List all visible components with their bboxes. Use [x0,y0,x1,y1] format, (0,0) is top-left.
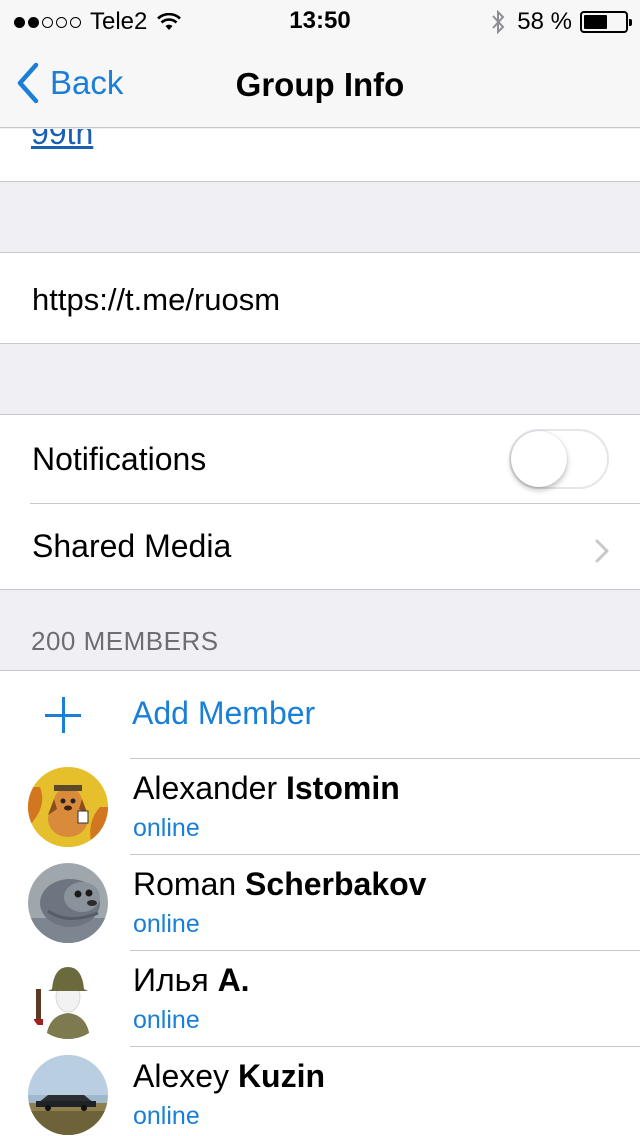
invite-link-row[interactable]: https://t.me/ruosm [0,252,640,344]
member-name: Roman Scherbakov [133,866,427,902]
add-member-label: Add Member [132,695,316,731]
avatar [28,1055,108,1135]
chevron-right-icon [595,539,609,563]
member-name: Alexey Kuzin [133,1058,326,1094]
page-title: Group Info [235,66,405,103]
member-status: online [133,814,200,842]
member-name: Alexander Istomin [133,770,400,806]
member-status: online [133,1006,200,1034]
members-section-header: 200 MEMBERS [31,626,219,656]
avatar [28,959,108,1039]
bluetooth-icon [492,9,505,35]
battery-nub [629,19,632,26]
avatar [28,767,108,847]
member-status: online [133,1102,200,1130]
member-name: Илья А. [133,962,250,998]
description-row: 99th [0,129,640,182]
notifications-toggle[interactable] [509,429,609,489]
add-member-button[interactable] [0,671,640,758]
battery-icon [580,11,632,33]
battery-fill [584,15,607,29]
avatar [28,863,108,943]
navigation-bar: Back Group Info [0,40,640,128]
toggle-knob [511,431,567,487]
settings-group: Notifications Shared Media [0,414,640,590]
battery-percentage: 58 % [517,8,572,35]
plus-icon [45,697,81,733]
status-bar: Tele2 13:50 58 % [0,0,640,40]
notifications-label: Notifications [32,441,207,477]
invite-link[interactable]: https://t.me/ruosm [32,282,280,318]
shared-media-cell[interactable]: Shared Media [0,504,640,591]
status-right: 58 % [491,8,632,36]
shared-media-label: Shared Media [32,528,232,564]
description-link[interactable]: 99th [31,129,93,152]
member-status: online [133,910,200,938]
